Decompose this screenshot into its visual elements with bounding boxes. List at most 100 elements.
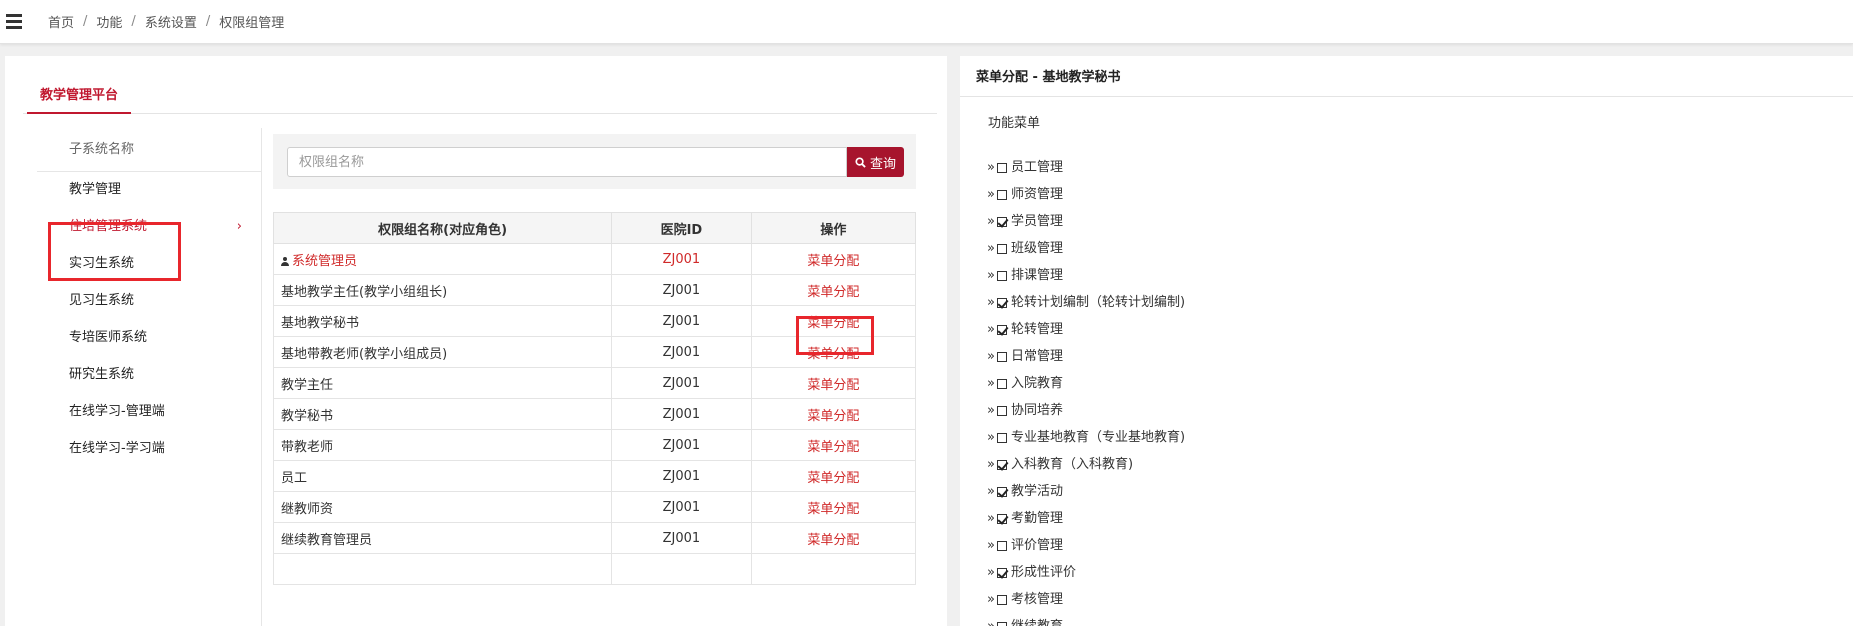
expand-icon[interactable]: » (987, 563, 995, 583)
group-name-cell: 教学秘书 (272, 398, 613, 430)
subsystem-item-active[interactable]: 住培管理系统 › (37, 209, 262, 245)
table-header-row: 权限组名称(对应角色) 医院ID 操作 (272, 212, 917, 244)
checkbox[interactable] (996, 352, 1007, 362)
search-input[interactable] (287, 147, 847, 177)
table-row: 教学主任 ZJ001 菜单分配 (272, 367, 917, 399)
menu-tree-item[interactable]: » 排课管理 (987, 266, 1063, 286)
menu-assign-link[interactable]: 菜单分配 (807, 285, 859, 300)
menu-assign-link[interactable]: 菜单分配 (807, 254, 859, 269)
menu-tree-item-label: 师资管理 (1010, 187, 1063, 202)
expand-icon[interactable]: » (987, 536, 995, 556)
checkbox-checked[interactable] (996, 298, 1007, 308)
expand-icon[interactable]: » (987, 401, 995, 421)
checkbox[interactable] (996, 541, 1007, 551)
checkbox-checked[interactable] (996, 325, 1007, 335)
group-name-cell: 基地教学主任(教学小组组长) (272, 274, 613, 306)
expand-icon[interactable]: » (987, 158, 995, 178)
checkbox[interactable] (996, 406, 1007, 416)
menu-tree-item[interactable]: » 轮转管理 (987, 320, 1063, 340)
expand-icon[interactable]: » (987, 482, 995, 502)
action-cell: 菜单分配 (750, 522, 917, 554)
checkbox[interactable] (996, 190, 1007, 200)
menu-toggle-icon[interactable] (0, 0, 28, 44)
subsystem-item-label: 专培医师系统 (69, 330, 148, 345)
menu-tree-item[interactable]: » 轮转计划编制（轮转计划编制) (987, 293, 1185, 313)
breadcrumb-system-settings[interactable]: 系统设置 (145, 12, 197, 31)
menu-tree-item[interactable]: » 继续教育 (987, 617, 1063, 626)
expand-icon[interactable]: » (987, 212, 995, 232)
hospital-id-cell: ZJ001 (611, 398, 752, 430)
checkbox[interactable] (996, 271, 1007, 281)
expand-icon[interactable]: » (987, 347, 995, 367)
table-row: 教学秘书 ZJ001 菜单分配 (272, 398, 917, 430)
menu-tree-item[interactable]: » 专业基地教育（专业基地教育) (987, 428, 1185, 448)
expand-icon[interactable]: » (987, 509, 995, 529)
subsystem-item[interactable]: 专培医师系统 (37, 320, 262, 356)
menu-assign-link[interactable]: 菜单分配 (807, 316, 859, 331)
menu-assign-link[interactable]: 菜单分配 (807, 471, 859, 486)
breadcrumb-separator: / (205, 14, 211, 29)
menu-assign-link[interactable]: 菜单分配 (807, 502, 859, 517)
expand-icon[interactable]: » (987, 455, 995, 475)
table-row: 基地带教老师(教学小组成员) ZJ001 菜单分配 (272, 336, 917, 368)
checkbox-checked[interactable] (996, 568, 1007, 578)
expand-icon[interactable]: » (987, 617, 995, 626)
menu-tree-item[interactable]: » 班级管理 (987, 239, 1063, 259)
expand-icon[interactable]: » (987, 293, 995, 313)
checkbox-checked[interactable] (996, 460, 1007, 470)
subsystem-item[interactable]: 在线学习-管理端 (37, 394, 262, 430)
checkbox[interactable] (996, 379, 1007, 389)
menu-tree-item[interactable]: » 协同培养 (987, 401, 1063, 421)
menu-tree-item[interactable]: » 师资管理 (987, 185, 1063, 205)
subsystem-item[interactable]: 研究生系统 (37, 357, 262, 393)
menu-tree-item-label: 专业基地教育（专业基地教育) (1010, 430, 1186, 445)
menu-tree-item[interactable]: » 员工管理 (987, 158, 1063, 178)
expand-icon[interactable]: » (987, 590, 995, 610)
breadcrumb-function[interactable]: 功能 (96, 12, 122, 31)
action-cell: 菜单分配 (750, 429, 917, 461)
menu-tree-item[interactable]: » 日常管理 (987, 347, 1063, 367)
tab-teaching-platform[interactable]: 教学管理平台 (27, 78, 132, 114)
checkbox[interactable] (996, 244, 1007, 254)
group-name-cell[interactable]: 系统管理员 (272, 243, 613, 275)
menu-tree-item[interactable]: » 形成性评价 (987, 563, 1076, 583)
menu-tree-item[interactable]: » 考勤管理 (987, 509, 1063, 529)
checkbox-checked[interactable] (996, 487, 1007, 497)
expand-icon[interactable]: » (987, 374, 995, 394)
menu-tree-item[interactable]: » 学员管理 (987, 212, 1063, 232)
hospital-id-cell (611, 553, 752, 585)
menu-assign-link[interactable]: 菜单分配 (807, 378, 859, 393)
subsystem-item[interactable]: 在线学习-学习端 (37, 431, 262, 467)
checkbox-checked[interactable] (996, 217, 1007, 227)
subsystem-item[interactable]: 教学管理 (37, 172, 262, 208)
expand-icon[interactable]: » (987, 185, 995, 205)
search-button[interactable]: 查询 (847, 147, 904, 177)
checkbox-checked[interactable] (996, 514, 1007, 524)
menu-assign-link[interactable]: 菜单分配 (807, 533, 859, 548)
menu-assign-link[interactable]: 菜单分配 (807, 440, 859, 455)
menu-tree-item[interactable]: » 考核管理 (987, 590, 1063, 610)
group-name: 系统管理员 (292, 253, 358, 269)
expand-icon[interactable]: » (987, 320, 995, 340)
menu-tree-item[interactable]: » 教学活动 (987, 482, 1063, 502)
menu-tree-item[interactable]: » 入院教育 (987, 374, 1063, 394)
expand-icon[interactable]: » (987, 239, 995, 259)
action-cell: 菜单分配 (750, 336, 917, 368)
breadcrumb-home[interactable]: 首页 (48, 12, 74, 31)
menu-assign-link[interactable]: 菜单分配 (807, 409, 859, 424)
checkbox[interactable] (996, 433, 1007, 443)
subsystem-item[interactable]: 实习生系统 (37, 246, 262, 282)
search-icon (855, 156, 866, 168)
expand-icon[interactable]: » (987, 266, 995, 286)
subsystem-item[interactable]: 见习生系统 (37, 283, 262, 319)
action-cell: 菜单分配 (750, 398, 917, 430)
checkbox[interactable] (996, 622, 1007, 626)
menu-assign-link[interactable]: 菜单分配 (807, 347, 859, 362)
hospital-id-cell: ZJ001 (611, 243, 752, 275)
checkbox[interactable] (996, 595, 1007, 605)
expand-icon[interactable]: » (987, 428, 995, 448)
checkbox[interactable] (996, 163, 1007, 173)
group-name-cell (272, 553, 613, 585)
menu-tree-item[interactable]: » 评价管理 (987, 536, 1063, 556)
menu-tree-item[interactable]: » 入科教育（入科教育) (987, 455, 1133, 475)
